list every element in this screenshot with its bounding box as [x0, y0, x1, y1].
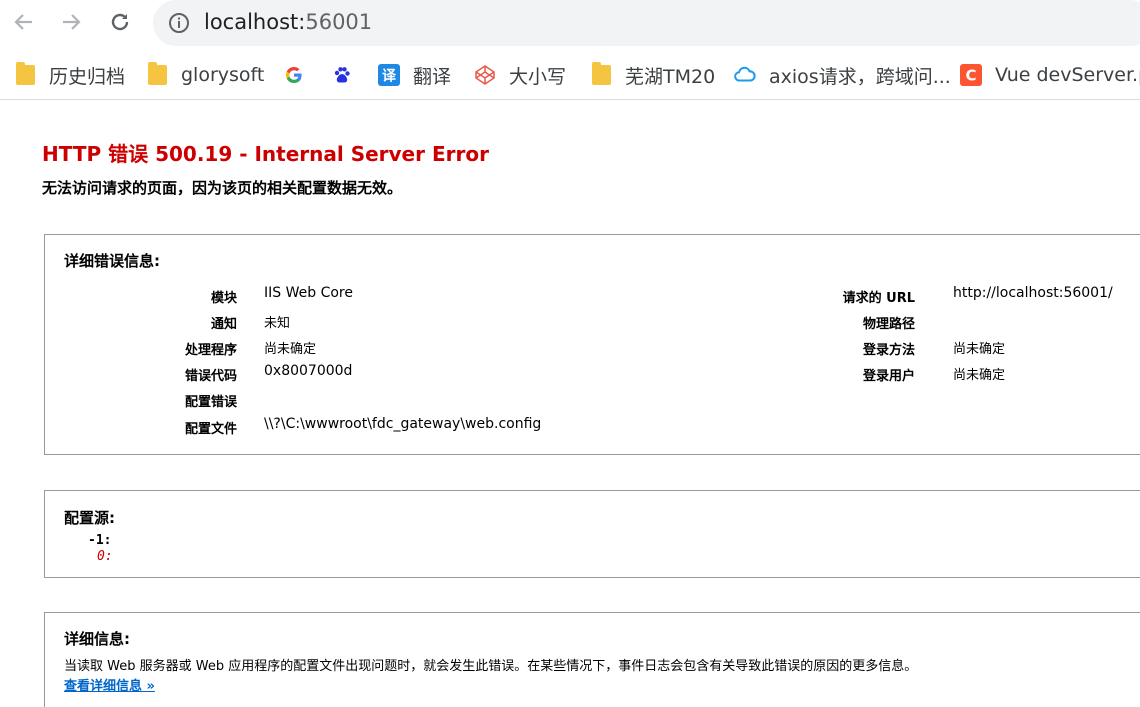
bookmark-label: Vue devServer.pr: [995, 64, 1140, 86]
forward-button[interactable]: [55, 6, 87, 38]
bookmark-vue[interactable]: C Vue devServer.pr: [960, 62, 1140, 88]
cloud-icon: [734, 64, 756, 86]
bookmark-label: 翻译: [413, 65, 452, 88]
detail-value: http://localhost:56001/: [953, 285, 1113, 301]
bookmark-label: axios请求，跨域问...: [769, 65, 951, 88]
info-icon[interactable]: [167, 11, 191, 35]
folder-icon: [14, 62, 36, 86]
google-icon: [283, 64, 305, 86]
detail-value: 0x8007000d: [264, 363, 353, 379]
detail-value: IIS Web Core: [264, 285, 353, 301]
arrow-right-icon: [63, 14, 81, 30]
detail-key: 登录用户: [862, 369, 915, 384]
svg-text:C: C: [965, 67, 976, 85]
bookmark-label: 历史归档: [49, 65, 126, 88]
bookmark-baidu[interactable]: [331, 62, 366, 88]
error-subtitle: 无法访问请求的页面，因为该页的相关配置数据无效。: [42, 179, 403, 197]
bookmark-case[interactable]: 大小写: [474, 62, 566, 88]
reload-icon: [111, 13, 129, 31]
detail-key: 模块: [210, 291, 237, 306]
bookmark-translate[interactable]: 译 翻译: [378, 62, 451, 88]
bookmark-wuhu[interactable]: 芜湖TM20: [590, 62, 715, 88]
more-info-text: 当读取 Web 服务器或 Web 应用程序的配置文件出现问题时，就会发生此错误。…: [64, 659, 918, 674]
config-line-0: 0:: [97, 549, 113, 564]
translate-icon: 译: [378, 64, 400, 86]
error-title: HTTP 错误 500.19 - Internal Server Error: [42, 142, 489, 166]
detail-key: 请求的 URL: [842, 291, 915, 306]
more-info-heading: 详细信息:: [64, 630, 130, 648]
codepen-icon: [474, 64, 496, 86]
config-line-neg1: -1:: [88, 533, 112, 548]
page-content: HTTP 错误 500.19 - Internal Server Error 无…: [0, 101, 1140, 707]
bookmark-label: glorysoft: [181, 64, 265, 86]
bookmark-axios[interactable]: axios请求，跨域问...: [734, 62, 951, 88]
detailed-error-box: 详细错误信息: 模块 IIS Web Core 通知 未知 处理程序 尚未确定 …: [44, 234, 1140, 455]
bookmark-glorysoft[interactable]: glorysoft: [146, 62, 264, 88]
detailed-error-heading: 详细错误信息:: [64, 252, 160, 270]
detail-value: 未知: [264, 316, 291, 331]
config-source-box: 配置源: -1: 0:: [44, 490, 1140, 578]
browser-toolbar: localhost:56001: [0, 0, 1140, 48]
config-source-heading: 配置源:: [64, 509, 115, 527]
back-button[interactable]: [8, 6, 40, 38]
url-text[interactable]: localhost:56001: [204, 10, 372, 34]
detail-key: 物理路径: [862, 317, 915, 332]
bookmark-history[interactable]: 历史归档: [14, 62, 125, 88]
bookmark-label: 芜湖TM20: [625, 65, 716, 88]
detail-key: 处理程序: [184, 343, 237, 358]
detail-value: 尚未确定: [953, 342, 1006, 357]
url-host: localhost:: [204, 10, 306, 34]
detail-key: 登录方法: [862, 343, 915, 358]
baidu-icon: [331, 64, 353, 86]
detail-value: 尚未确定: [264, 342, 317, 357]
bookmark-google[interactable]: [283, 62, 318, 88]
arrow-left-icon: [14, 14, 32, 30]
bookmark-label: 大小写: [509, 65, 567, 88]
detail-value: \\?\C:\wwwroot\fdc_gateway\web.config: [264, 416, 542, 432]
url-port: 56001: [305, 10, 373, 34]
svg-text:译: 译: [382, 69, 397, 85]
detail-key: 配置文件: [184, 422, 237, 437]
detail-key: 错误代码: [184, 369, 237, 384]
address-bar[interactable]: localhost:56001: [153, 0, 1140, 46]
view-more-link[interactable]: 查看详细信息 »: [64, 675, 155, 694]
reload-button[interactable]: [104, 6, 136, 38]
folder-icon: [146, 62, 168, 86]
detail-key: 配置错误: [184, 395, 237, 410]
detail-value: 尚未确定: [953, 368, 1006, 383]
folder-icon: [590, 62, 612, 86]
bookmarks-bar: 历史归档 glorysoft 译 翻译 大小写 芜湖TM20 axios请求，跨…: [0, 48, 1140, 100]
detail-key: 通知: [210, 317, 237, 332]
more-info-box: 详细信息: 当读取 Web 服务器或 Web 应用程序的配置文件出现问题时，就会…: [44, 612, 1140, 707]
csdn-icon: C: [960, 64, 982, 86]
